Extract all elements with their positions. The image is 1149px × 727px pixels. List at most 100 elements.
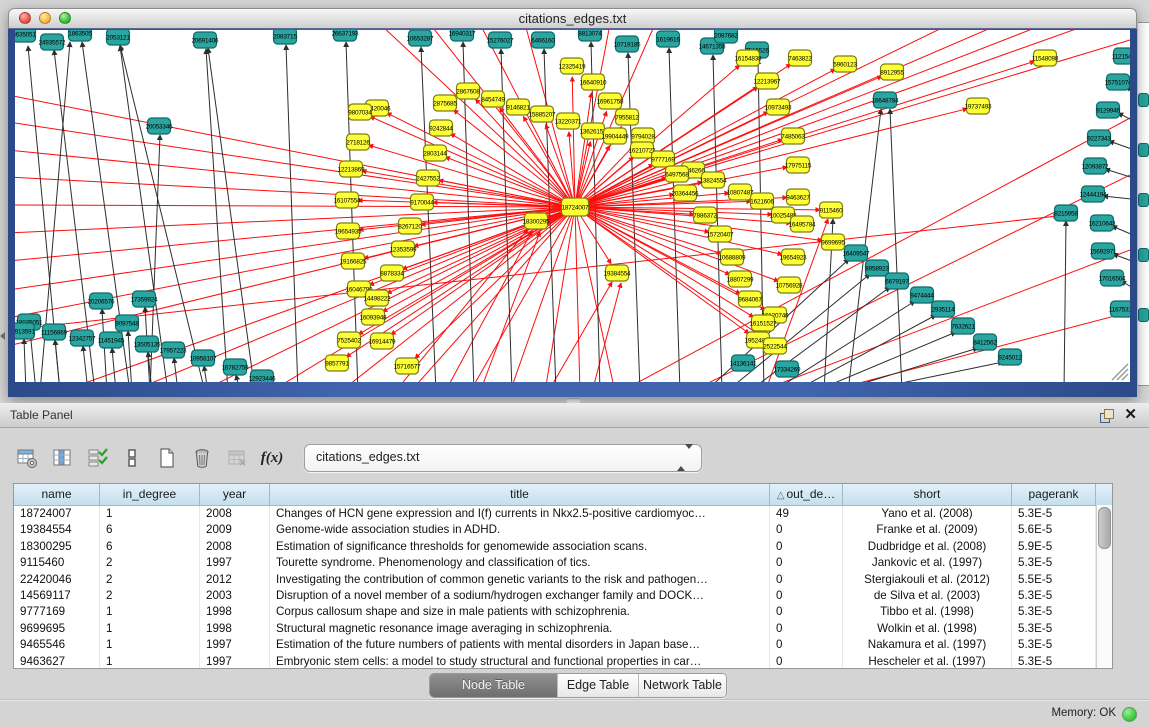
column-header-title[interactable]: title	[270, 484, 770, 505]
table-row[interactable]: 1872400712008Changes of HCN gene express…	[14, 506, 1112, 522]
tab-network-table[interactable]: Network Table	[639, 674, 726, 697]
table-cell[interactable]: 1	[100, 637, 200, 653]
table-cell[interactable]: Nakamura et al. (1997)	[843, 637, 1012, 653]
table-cell[interactable]: Disruption of a novel member of a sodium…	[270, 588, 770, 604]
resize-grip-icon[interactable]	[1112, 364, 1128, 380]
table-row[interactable]: 1938455462009Genome-wide association stu…	[14, 522, 1112, 538]
table-row[interactable]: 911546021997Tourette syndrome. Phenomeno…	[14, 555, 1112, 571]
column-header-year[interactable]: year	[200, 484, 270, 505]
vertical-scrollbar[interactable]	[1096, 505, 1112, 668]
table-cell[interactable]: 14569117	[14, 588, 100, 604]
table-cell[interactable]: Stergiakouli et al. (2012)	[843, 572, 1012, 588]
panel-collapse-arrow-icon[interactable]	[0, 332, 5, 340]
table-cell[interactable]: 19384554	[14, 522, 100, 538]
table-cell[interactable]: 9777169	[14, 604, 100, 620]
table-cell[interactable]: 5.3E-5	[1012, 604, 1096, 620]
table-cell[interactable]: 0	[770, 654, 843, 669]
table-row[interactable]: 977716911998Corpus callosum shape and si…	[14, 604, 1112, 620]
delete-table-icon[interactable]	[224, 446, 250, 470]
table-cell[interactable]: 9115460	[14, 555, 100, 571]
table-cell[interactable]: Estimation of significance thresholds fo…	[270, 539, 770, 555]
table-cell[interactable]: 2009	[200, 522, 270, 538]
table-cell[interactable]: Genome-wide association studies in ADHD.	[270, 522, 770, 538]
table-cell[interactable]: 0	[770, 572, 843, 588]
table-cell[interactable]: 1997	[200, 654, 270, 669]
table-cell[interactable]: Yano et al. (2008)	[843, 506, 1012, 522]
table-cell[interactable]: Tibbo et al. (1998)	[843, 604, 1012, 620]
table-cell[interactable]: 1	[100, 604, 200, 620]
table-cell[interactable]: 1998	[200, 621, 270, 637]
table-cell[interactable]: 18724007	[14, 506, 100, 522]
table-cell[interactable]: 9463627	[14, 654, 100, 669]
table-row[interactable]: 946554611997Estimation of the future num…	[14, 637, 1112, 653]
table-cell[interactable]: 1997	[200, 637, 270, 653]
table-cell[interactable]: 2008	[200, 539, 270, 555]
table-row[interactable]: 1456911722003Disruption of a novel membe…	[14, 588, 1112, 604]
table-cell[interactable]: 0	[770, 637, 843, 653]
table-cell[interactable]: 0	[770, 604, 843, 620]
table-cell[interactable]: 6	[100, 522, 200, 538]
table-cell[interactable]: 0	[770, 539, 843, 555]
table-cell[interactable]: 2003	[200, 588, 270, 604]
table-cell[interactable]: 9465546	[14, 637, 100, 653]
table-cell[interactable]: 5.5E-5	[1012, 572, 1096, 588]
column-header-name[interactable]: name	[14, 484, 100, 505]
table-cell[interactable]: 5.3E-5	[1012, 654, 1096, 669]
table-cell[interactable]: 5.3E-5	[1012, 588, 1096, 604]
table-cell[interactable]: 5.3E-5	[1012, 506, 1096, 522]
table-cell[interactable]: 9699695	[14, 621, 100, 637]
table-row[interactable]: 1830029562008Estimation of significance …	[14, 539, 1112, 555]
function-builder-icon[interactable]: f(x)	[259, 446, 285, 470]
zoom-button[interactable]	[59, 12, 71, 24]
table-cell[interactable]: 2012	[200, 572, 270, 588]
network-canvas[interactable]: 8635051249355721863505205312120691406208…	[15, 30, 1130, 382]
table-cell[interactable]: Changes of HCN gene expression and I(f) …	[270, 506, 770, 522]
table-cell[interactable]: 5.3E-5	[1012, 637, 1096, 653]
table-row[interactable]: 2242004622012Investigating the contribut…	[14, 572, 1112, 588]
table-cell[interactable]: Embryonic stem cells: a model to study s…	[270, 654, 770, 669]
table-cell[interactable]: Wolkin et al. (1998)	[843, 621, 1012, 637]
table-cell[interactable]: 1	[100, 654, 200, 669]
close-button[interactable]	[19, 12, 31, 24]
memory-ok-indicator[interactable]	[1122, 707, 1137, 722]
column-header-short[interactable]: short	[843, 484, 1012, 505]
table-cell[interactable]: 5.6E-5	[1012, 522, 1096, 538]
table-settings-icon[interactable]	[14, 446, 40, 470]
table-cell[interactable]: 6	[100, 539, 200, 555]
table-cell[interactable]: 0	[770, 555, 843, 571]
citation-network-graph[interactable]: 8635051249355721863505205312120691406208…	[15, 30, 1130, 382]
table-cell[interactable]: de Silva et al. (2003)	[843, 588, 1012, 604]
column-header-in_degree[interactable]: in_degree	[100, 484, 200, 505]
table-cell[interactable]: Dudbridge et al. (2008)	[843, 539, 1012, 555]
table-cell[interactable]: Investigating the contribution of common…	[270, 572, 770, 588]
table-cell[interactable]: 1	[100, 506, 200, 522]
table-cell[interactable]: Franke et al. (2009)	[843, 522, 1012, 538]
float-window-icon[interactable]	[1100, 409, 1113, 422]
select-all-rows-icon[interactable]	[84, 446, 110, 470]
table-cell[interactable]: 49	[770, 506, 843, 522]
table-cell[interactable]: Tourette syndrome. Phenomenology and cla…	[270, 555, 770, 571]
table-cell[interactable]: 5.3E-5	[1012, 621, 1096, 637]
table-cell[interactable]: Jankovic et al. (1997)	[843, 555, 1012, 571]
delete-trash-icon[interactable]	[189, 446, 215, 470]
table-cell[interactable]: 2	[100, 572, 200, 588]
table-cell[interactable]: 1997	[200, 555, 270, 571]
tab-node-table[interactable]: Node Table	[430, 674, 558, 697]
table-cell[interactable]: 0	[770, 621, 843, 637]
table-cell[interactable]: Structural magnetic resonance image aver…	[270, 621, 770, 637]
table-selector-dropdown[interactable]: citations_edges.txt	[304, 444, 702, 472]
window-titlebar[interactable]: citations_edges.txt	[8, 8, 1137, 29]
table-cell[interactable]: Corpus callosum shape and size in male p…	[270, 604, 770, 620]
tab-edge-table[interactable]: Edge Table	[558, 674, 639, 697]
table-cell[interactable]: 5.3E-5	[1012, 555, 1096, 571]
table-cell[interactable]: 2008	[200, 506, 270, 522]
table-cell[interactable]: 22420046	[14, 572, 100, 588]
table-cell[interactable]: 1	[100, 621, 200, 637]
table-cell[interactable]: 1998	[200, 604, 270, 620]
table-row[interactable]: 969969511998Structural magnetic resonanc…	[14, 621, 1112, 637]
table-row[interactable]: 946362711997Embryonic stem cells: a mode…	[14, 654, 1112, 669]
table-cell[interactable]: 0	[770, 588, 843, 604]
column-header-pagerank[interactable]: pagerank	[1012, 484, 1096, 505]
close-panel-icon[interactable]: ✕	[1124, 405, 1137, 423]
table-cell[interactable]: 2	[100, 588, 200, 604]
